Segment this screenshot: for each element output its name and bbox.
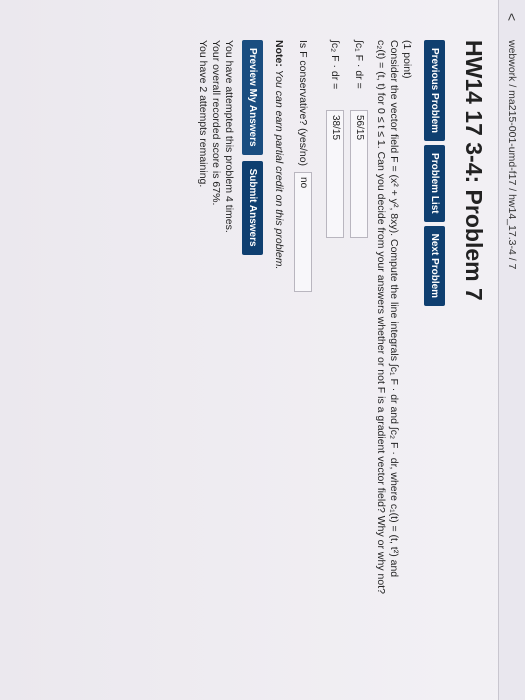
submit-answers-button[interactable]: Submit Answers: [242, 160, 263, 255]
problem-points: (1 point): [401, 40, 413, 79]
problem-nav: Previous Problem Problem List Next Probl…: [424, 40, 445, 307]
top-bar: < webwork / ma215-001-umd-f17 / hw14_17.…: [498, 0, 525, 700]
answer-actions: Preview My Answers Submit Answers: [242, 40, 263, 255]
answer-2-input[interactable]: 38/15: [326, 110, 344, 238]
partial-credit-note: Note: You can earn partial credit on thi…: [273, 40, 285, 269]
problem-list-button[interactable]: Problem List: [424, 145, 445, 222]
answer-1-input[interactable]: 56/15: [350, 110, 368, 238]
recorded-score: Your overall recorded score is 67%.: [210, 40, 222, 206]
answer-row-2: ∫c₂ F · dr = 38/15: [326, 40, 344, 670]
preview-answers-button[interactable]: Preview My Answers: [242, 40, 263, 155]
attempts-remaining: You have 2 attempts remaining.: [197, 40, 209, 188]
problem-text-line-1: Consider the vector field F = (x² + y², …: [388, 40, 400, 578]
webwork-page: < webwork / ma215-001-umd-f17 / hw14_17.…: [0, 0, 525, 700]
back-icon[interactable]: <: [503, 6, 521, 28]
page-title: HW14 17 3-4: Problem 7: [461, 40, 487, 301]
answer-row-1: ∫c₁ F · dr = 56/15: [350, 40, 368, 670]
answer-row-3: Is F conservative? (yes/no) no: [294, 40, 312, 670]
previous-problem-button[interactable]: Previous Problem: [424, 40, 445, 142]
next-problem-button[interactable]: Next Problem: [424, 225, 445, 307]
problem-text-line-2: c₂(t) = (t, t) for 0 ≤ t ≤ 1. Can you de…: [375, 40, 387, 594]
answer-2-label: ∫c₂ F · dr =: [329, 40, 342, 90]
note-label: Note:: [273, 40, 285, 67]
breadcrumb[interactable]: webwork / ma215-001-umd-f17 / hw14_17.3-…: [506, 40, 518, 269]
problem-body: (1 point) Consider the vector field F = …: [294, 40, 413, 670]
answer-1-label: ∫c₁ F · dr =: [353, 40, 366, 89]
note-text: You can earn partial credit on this prob…: [273, 69, 285, 270]
attempt-count: You have attempted this problem 4 times.: [223, 40, 235, 233]
attempt-status: You have attempted this problem 4 times.…: [196, 40, 235, 233]
answer-3-label: Is F conservative? (yes/no): [297, 40, 310, 167]
answer-3-input[interactable]: no: [294, 172, 312, 293]
